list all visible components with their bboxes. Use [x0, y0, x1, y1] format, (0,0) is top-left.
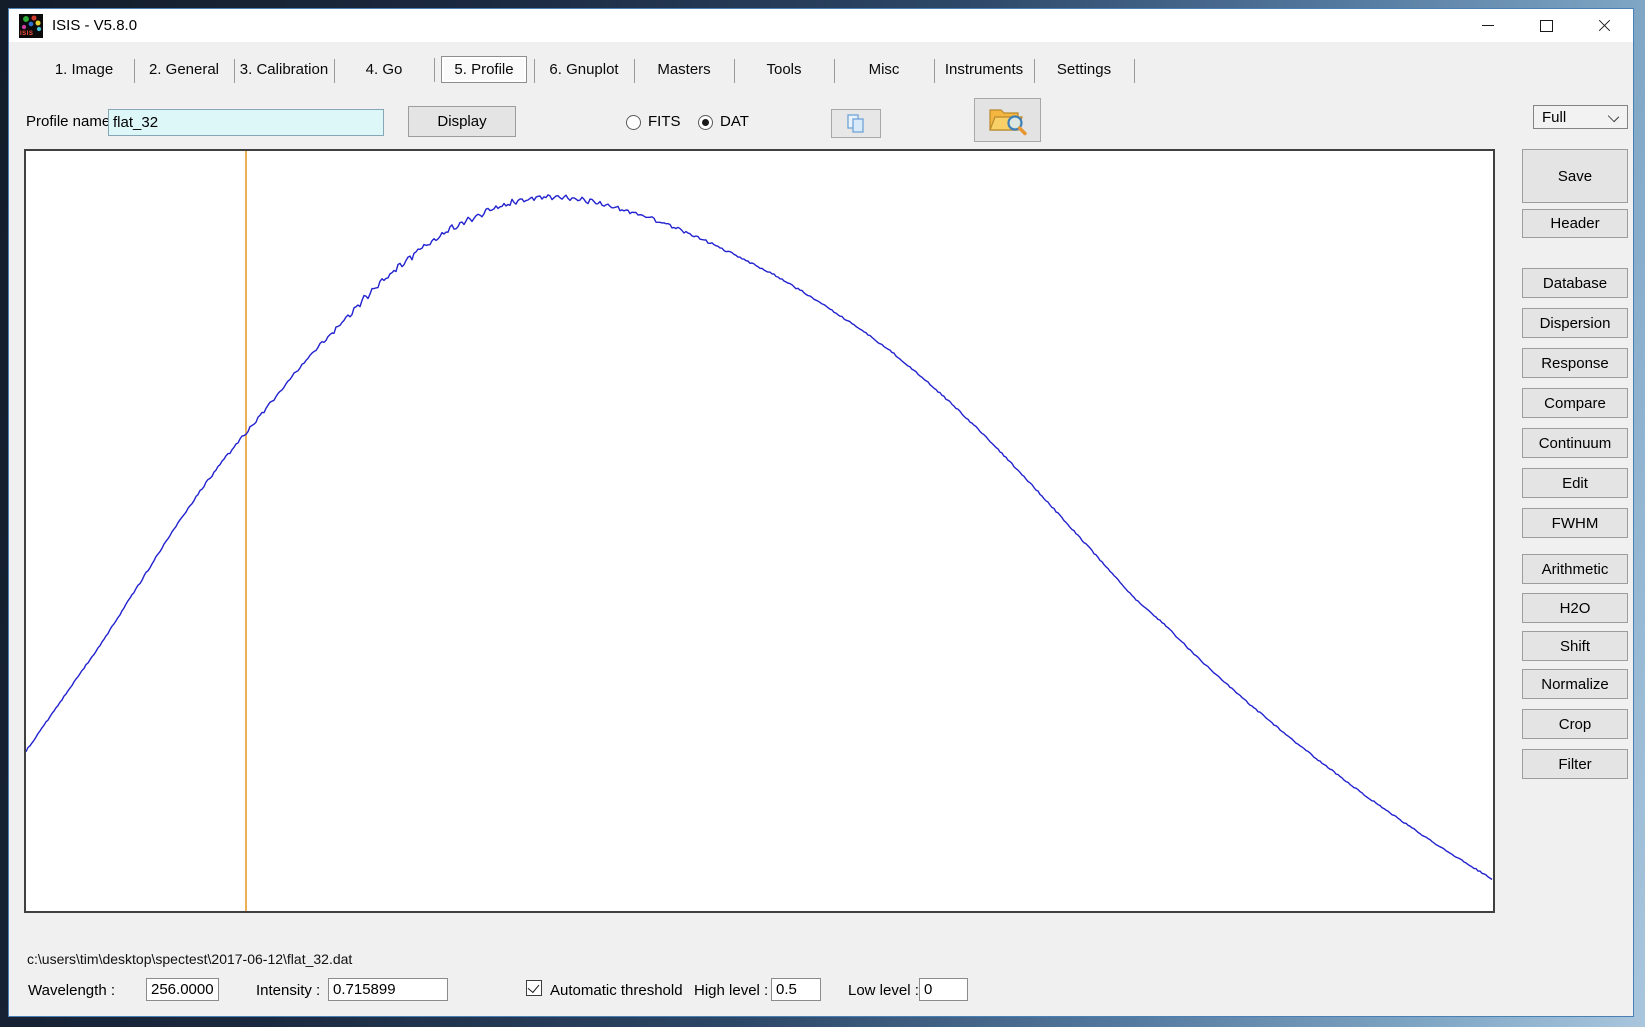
- folder-search-icon: [988, 104, 1028, 136]
- isis-main-window: ISIS ISIS - V5.8.0 1. Image 2. General 3…: [8, 8, 1634, 1017]
- display-button[interactable]: Display: [408, 106, 516, 137]
- profile-name-label: Profile name :: [26, 113, 119, 130]
- save-button[interactable]: Save: [1522, 149, 1628, 203]
- close-icon: [1598, 19, 1611, 32]
- window-controls: [1459, 9, 1633, 42]
- continuum-button[interactable]: Continuum: [1522, 428, 1628, 458]
- tab-calibration[interactable]: 3. Calibration: [234, 58, 334, 81]
- titlebar: ISIS ISIS - V5.8.0: [9, 9, 1633, 42]
- display-range-value: Full: [1542, 109, 1566, 126]
- tab-masters[interactable]: Masters: [634, 58, 734, 81]
- intensity-input[interactable]: [328, 978, 448, 1001]
- profile-name-input[interactable]: [108, 109, 384, 136]
- window-title: ISIS - V5.8.0: [52, 17, 137, 34]
- low-level-input[interactable]: [919, 978, 968, 1001]
- maximize-button[interactable]: [1517, 9, 1575, 42]
- shift-button[interactable]: Shift: [1522, 631, 1628, 661]
- profile-plot-svg: [26, 151, 1493, 911]
- copy-icon: [845, 113, 867, 135]
- h2o-button[interactable]: H2O: [1522, 593, 1628, 623]
- tab-misc[interactable]: Misc: [834, 58, 934, 81]
- dat-radio[interactable]: [698, 115, 713, 130]
- display-range-select[interactable]: Full: [1533, 105, 1628, 129]
- maximize-icon: [1540, 20, 1553, 32]
- tab-tools[interactable]: Tools: [734, 58, 834, 81]
- dat-radio-label[interactable]: DAT: [720, 113, 749, 130]
- response-button[interactable]: Response: [1522, 348, 1628, 378]
- isis-app-icon-text: ISIS: [20, 31, 33, 37]
- intensity-label: Intensity :: [256, 982, 320, 999]
- tab-image[interactable]: 1. Image: [34, 58, 134, 81]
- normalize-button[interactable]: Normalize: [1522, 669, 1628, 699]
- crop-button[interactable]: Crop: [1522, 709, 1628, 739]
- fwhm-button[interactable]: FWHM: [1522, 508, 1628, 538]
- tab-instruments[interactable]: Instruments: [934, 58, 1034, 81]
- minimize-icon: [1482, 25, 1494, 26]
- isis-app-icon: ISIS: [19, 14, 43, 38]
- automatic-threshold-label[interactable]: Automatic threshold: [550, 982, 683, 999]
- file-path-text: c:\users\tim\desktop\spectest\2017-06-12…: [27, 951, 352, 967]
- edit-button[interactable]: Edit: [1522, 468, 1628, 498]
- wavelength-label: Wavelength :: [28, 982, 115, 999]
- high-level-label: High level :: [694, 982, 768, 999]
- dispersion-button[interactable]: Dispersion: [1522, 308, 1628, 338]
- browse-profile-button[interactable]: [974, 98, 1041, 142]
- database-button[interactable]: Database: [1522, 268, 1628, 298]
- header-button[interactable]: Header: [1522, 209, 1628, 238]
- tab-gnuplot[interactable]: 6. Gnuplot: [534, 58, 634, 81]
- compare-button[interactable]: Compare: [1522, 388, 1628, 418]
- automatic-threshold-checkbox[interactable]: [526, 980, 542, 996]
- arithmetic-button[interactable]: Arithmetic: [1522, 554, 1628, 584]
- tab-profile[interactable]: 5. Profile: [441, 56, 527, 83]
- copy-profile-button[interactable]: [831, 109, 881, 138]
- tab-general[interactable]: 2. General: [134, 58, 234, 81]
- close-button[interactable]: [1575, 9, 1633, 42]
- tab-go[interactable]: 4. Go: [334, 58, 434, 81]
- high-level-input[interactable]: [771, 978, 821, 1001]
- profile-chart[interactable]: [24, 149, 1495, 913]
- low-level-label: Low level :: [848, 982, 919, 999]
- tab-settings[interactable]: Settings: [1034, 58, 1134, 81]
- fits-radio-label[interactable]: FITS: [648, 113, 681, 130]
- minimize-button[interactable]: [1459, 9, 1517, 42]
- wavelength-input[interactable]: [146, 978, 219, 1001]
- fits-radio[interactable]: [626, 115, 641, 130]
- filter-button[interactable]: Filter: [1522, 749, 1628, 779]
- chevron-down-icon: [1608, 111, 1619, 122]
- tab-bar: 1. Image 2. General 3. Calibration 4. Go…: [34, 54, 1134, 84]
